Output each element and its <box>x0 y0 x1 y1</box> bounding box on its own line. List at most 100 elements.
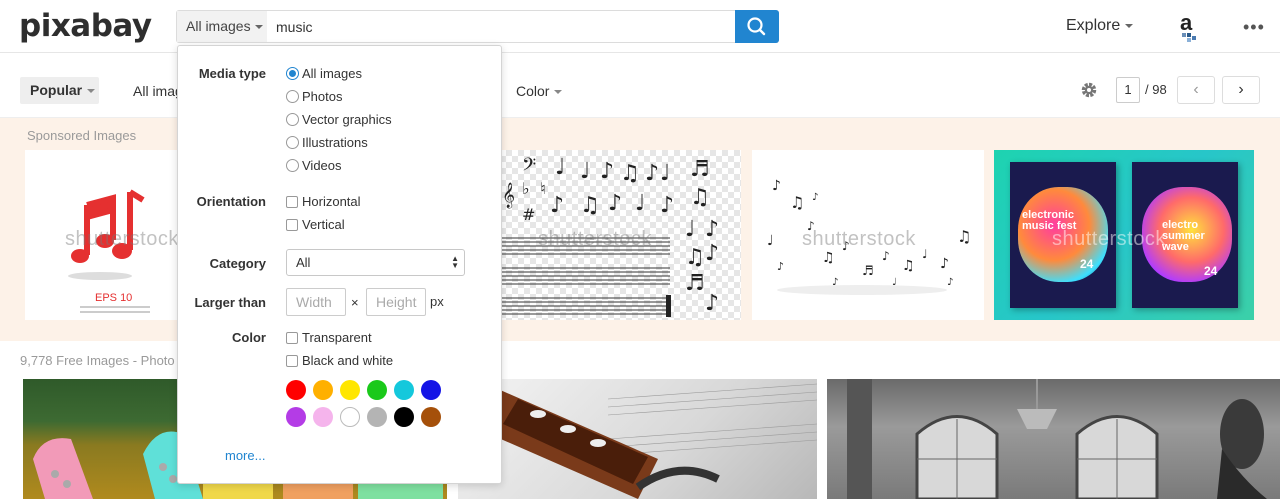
svg-text:♫: ♫ <box>822 250 835 266</box>
sponsored-image-festival-posters[interactable]: electronic music fest 24 electro summer … <box>994 150 1254 320</box>
svg-text:♪: ♪ <box>947 277 953 288</box>
color-swatch[interactable] <box>313 407 333 427</box>
color-swatch[interactable] <box>367 380 387 400</box>
larger-than-label: Larger than <box>194 295 266 310</box>
option-photos[interactable]: Photos <box>302 89 342 104</box>
svg-text:♩: ♩ <box>555 155 565 180</box>
svg-text:𝄢: 𝄢 <box>522 155 536 180</box>
color-filter-label: Color <box>516 83 550 99</box>
search-icon <box>747 17 766 36</box>
search-filter-dropdown: Media type All images Photos Vector grap… <box>177 45 502 484</box>
caption-line <box>80 311 150 313</box>
checkbox-transparent[interactable] <box>286 332 298 344</box>
height-input[interactable]: Height <box>366 288 426 316</box>
svg-text:♪: ♪ <box>777 260 784 273</box>
color-swatch[interactable] <box>340 407 360 427</box>
option-vertical[interactable]: Vertical <box>302 217 345 232</box>
color-label: Color <box>232 330 266 345</box>
radio-videos[interactable] <box>286 159 299 172</box>
radio-photos[interactable] <box>286 90 299 103</box>
color-swatch[interactable] <box>421 407 441 427</box>
page-number-input[interactable]: 1 <box>1116 77 1140 103</box>
radio-illustrations[interactable] <box>286 136 299 149</box>
explore-menu[interactable]: Explore <box>1066 17 1134 35</box>
width-input[interactable]: Width <box>286 288 346 316</box>
radio-all-images[interactable] <box>286 67 299 80</box>
watermark: shutterstock <box>802 228 916 250</box>
next-page-button[interactable]: › <box>1222 76 1260 104</box>
search-type-label: All images <box>186 18 251 34</box>
svg-text:♪: ♪ <box>645 161 659 186</box>
svg-text:♫: ♫ <box>580 193 600 218</box>
chevron-down-icon <box>254 25 263 30</box>
sponsored-image-flying-notes[interactable]: ♪ ♫ ♩ ♪ ♫ ♪ ♬ ♪ ♫ ♩ ♪ ♫ ♪ ♪ ♩ ♪ ♪ shutterstock <box>752 150 984 320</box>
svg-text:♩: ♩ <box>635 191 645 216</box>
photo-ballroom-dancers[interactable] <box>827 379 1280 499</box>
category-select[interactable]: All ▲ ▼ <box>286 249 465 276</box>
option-transparent[interactable]: Transparent <box>302 330 372 345</box>
color-swatch[interactable] <box>421 380 441 400</box>
chevron-down-icon <box>554 90 563 95</box>
search-button[interactable] <box>735 10 779 43</box>
svg-text:#: # <box>522 205 535 224</box>
media-type-filter[interactable]: All imag <box>133 83 183 99</box>
sponsored-image-music-notes-red[interactable]: shutterstock EPS 10 <box>25 150 188 320</box>
svg-text:♫: ♫ <box>685 245 705 270</box>
option-vector-graphics[interactable]: Vector graphics <box>302 112 392 127</box>
avatar-letter-icon: a <box>1180 10 1196 42</box>
svg-text:♪: ♪ <box>882 249 890 263</box>
svg-text:♫: ♫ <box>957 227 971 246</box>
color-swatch[interactable] <box>367 407 387 427</box>
svg-text:♩: ♩ <box>580 159 590 184</box>
svg-text:♪: ♪ <box>705 217 719 242</box>
search-type-select[interactable]: All images <box>177 11 267 42</box>
sort-popular-button[interactable]: Popular <box>20 77 99 104</box>
gear-icon[interactable] <box>1079 80 1099 100</box>
poster-right-title: electro summer wave <box>1162 219 1205 253</box>
search-input[interactable] <box>269 11 733 42</box>
color-swatch[interactable] <box>340 380 360 400</box>
more-filters-link[interactable]: more... <box>225 448 265 463</box>
option-horizontal[interactable]: Horizontal <box>302 194 361 209</box>
svg-text:♪: ♪ <box>940 256 949 272</box>
svg-text:♩: ♩ <box>685 217 695 242</box>
orientation-label: Orientation <box>196 194 266 209</box>
pixabay-logo[interactable]: pixabay <box>19 8 152 44</box>
color-swatch[interactable] <box>394 380 414 400</box>
option-black-white[interactable]: Black and white <box>302 353 393 368</box>
option-illustrations[interactable]: Illustrations <box>302 135 368 150</box>
checkbox-black-white[interactable] <box>286 355 298 367</box>
photo-guitar-neck-sheet-music[interactable] <box>458 379 817 499</box>
svg-text:♭: ♭ <box>522 179 530 198</box>
svg-text:♫: ♫ <box>790 193 804 212</box>
watermark: shutterstock <box>538 228 652 250</box>
watermark: shutterstock <box>65 228 179 250</box>
color-filter[interactable]: Color <box>516 83 563 99</box>
color-swatch[interactable] <box>394 407 414 427</box>
prev-page-button[interactable]: ‹ <box>1177 76 1215 104</box>
svg-text:♪: ♪ <box>812 192 818 203</box>
option-all-images[interactable]: All images <box>302 66 362 81</box>
color-swatch[interactable] <box>313 380 333 400</box>
color-swatch[interactable] <box>286 380 306 400</box>
checkbox-vertical[interactable] <box>286 219 298 231</box>
checkbox-horizontal[interactable] <box>286 196 298 208</box>
color-swatch[interactable] <box>286 407 306 427</box>
svg-text:♪: ♪ <box>600 159 614 184</box>
svg-text:♪: ♪ <box>550 193 564 218</box>
avatar[interactable]: a <box>1174 10 1204 44</box>
guitar-neck-icon <box>478 383 817 499</box>
svg-text:a: a <box>1180 10 1193 35</box>
chevron-right-icon: › <box>1238 81 1244 98</box>
ballroom-icon <box>847 379 1267 499</box>
more-horizontal-icon[interactable]: ••• <box>1243 17 1265 38</box>
radio-vector-graphics[interactable] <box>286 113 299 126</box>
caption-line <box>80 306 150 308</box>
sponsored-image-notes-sheet[interactable]: 𝄞 𝄢 ♩ ♩ ♪ ♫ ♪ ♩ ♬ ♪ ♫ ♪ ♩ ♪ ♫ ♩ ♪ ♫ ♪ ♬ ♪ ♭ ♮ # shuttersto… <box>500 150 741 320</box>
svg-text:♪: ♪ <box>705 241 719 266</box>
watermark: shutterstock <box>1052 228 1166 250</box>
svg-text:♬: ♬ <box>685 271 705 296</box>
sort-label: Popular <box>30 82 83 98</box>
option-videos[interactable]: Videos <box>302 158 342 173</box>
explore-label: Explore <box>1066 17 1121 34</box>
